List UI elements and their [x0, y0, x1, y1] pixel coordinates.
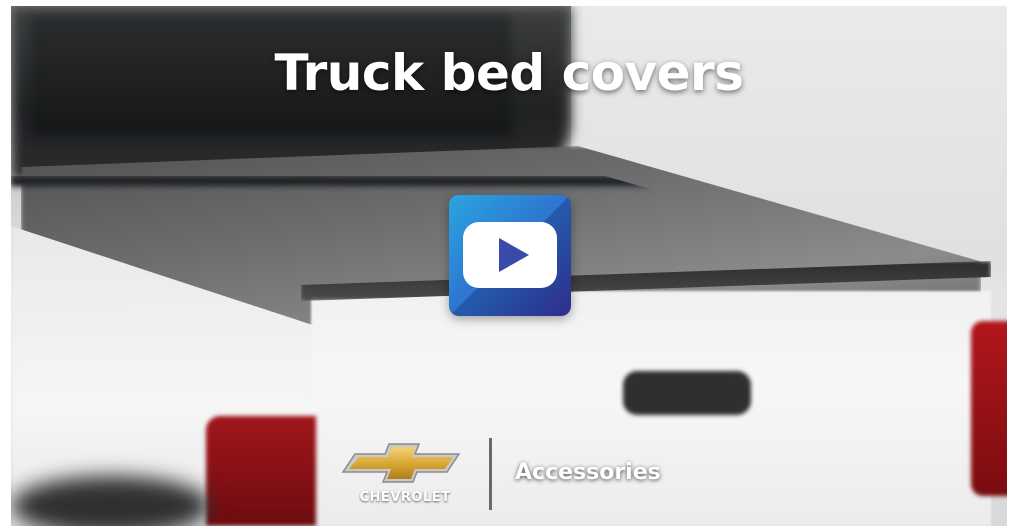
tailgate-handle [623, 371, 751, 415]
chevrolet-bowtie-icon [341, 443, 461, 483]
taillight-right [971, 321, 1007, 496]
brand-wordmark: CHEVROLET [359, 490, 451, 505]
brand-tagline: Accessories [515, 460, 661, 485]
brand-divider [489, 438, 492, 510]
video-thumbnail[interactable]: Truck bed covers CHEVROLET Accessories [11, 6, 1007, 526]
play-icon [499, 238, 529, 272]
play-icon-box [463, 222, 557, 288]
video-title: Truck bed covers [274, 44, 744, 102]
taillight-left [206, 416, 316, 526]
play-button[interactable] [449, 195, 571, 316]
